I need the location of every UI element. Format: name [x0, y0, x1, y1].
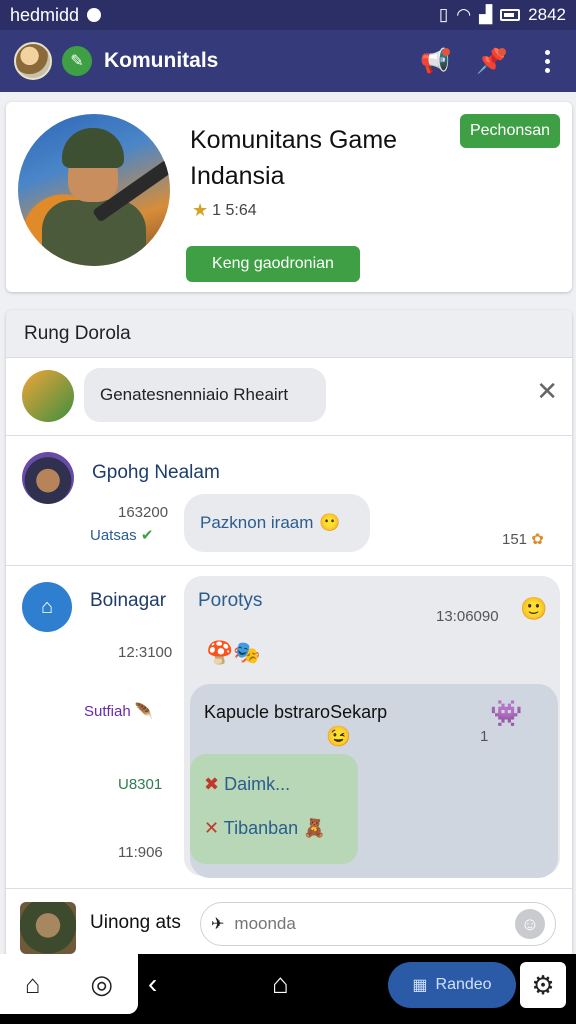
pencil-icon[interactable]: ✎: [62, 46, 92, 76]
megaphone-button[interactable]: 📢: [420, 46, 450, 76]
home-icon[interactable]: ⌂: [272, 968, 289, 1000]
options-bubble: [190, 754, 358, 864]
sub-timestamp: 11:906: [118, 844, 163, 861]
app-title: Komunitals: [104, 49, 219, 72]
section-title: Rung Dorola: [6, 310, 572, 358]
message-composer[interactable]: ✈ ☺: [200, 902, 556, 946]
community-name: Komunitans Game Indansia: [190, 126, 398, 190]
home-icon[interactable]: ⌂: [25, 969, 41, 1000]
inner-title: Kapucle bstraroSekarp: [204, 702, 388, 722]
status-bar: hedmidd ▯ ◠ ▟ 2842: [0, 0, 576, 30]
inner-count: 1: [480, 728, 489, 745]
top-action-button[interactable]: Pechonsan: [460, 114, 560, 148]
notification-dot-icon: [87, 8, 102, 22]
option-item[interactable]: ✖ Daimk...: [204, 774, 290, 795]
group-icon[interactable]: ⌂: [22, 582, 72, 632]
status-text: Uatsas ✔: [90, 527, 154, 544]
nav-pill-button[interactable]: ▦ Randeo: [388, 962, 516, 1008]
username: Boinagar: [90, 590, 167, 611]
reply-username: Porotys: [198, 590, 263, 611]
calendar-icon: ▦: [412, 977, 428, 994]
reply-timestamp: 13:06090: [436, 608, 499, 625]
clock: 2842: [528, 5, 566, 24]
reaction-icon: ✿: [531, 531, 544, 548]
discussion-section: Rung Dorola Genatesnenniaio Rheairt ✕ Gp…: [6, 310, 572, 1000]
back-icon[interactable]: ‹: [148, 968, 157, 1000]
feather-icon: 🪶: [134, 703, 154, 720]
check-icon: ✔: [140, 527, 154, 544]
battery-icon: [500, 9, 521, 21]
more-icon[interactable]: [532, 46, 562, 76]
join-button[interactable]: Keng gaodronian: [186, 246, 360, 282]
emoji-icon: 😶: [319, 513, 341, 532]
close-icon[interactable]: ✕: [536, 376, 558, 407]
reaction-icon: 🙂: [520, 596, 548, 621]
close-icon: ✖: [204, 774, 220, 794]
emoji-icon[interactable]: ☺: [515, 909, 545, 939]
alert-dot: [498, 48, 506, 56]
wink-icon: 😉: [326, 726, 351, 748]
pin-button[interactable]: 📌: [476, 46, 506, 76]
character-icon: 🧸: [303, 818, 326, 838]
app-bar: ✎ Komunitals 📢 📌: [0, 30, 576, 92]
list-item[interactable]: Gpohg Nealam 163200 Uatsas ✔ Pazknon ira…: [6, 436, 572, 566]
attach-icon[interactable]: ✈: [211, 914, 224, 934]
message-bubble[interactable]: Pazknon iraam 😶: [184, 494, 370, 552]
avatar: [22, 370, 74, 422]
close-icon: ✕: [204, 818, 220, 838]
username: Gpohg Nealam: [92, 462, 220, 483]
settings-icon[interactable]: ⚙: [520, 962, 566, 1008]
alert-dot: [442, 48, 450, 56]
count: 151 ✿: [502, 531, 544, 548]
sub-label: Sutfiah 🪶: [84, 703, 154, 720]
toggle-icon[interactable]: ◎: [90, 969, 113, 1000]
timestamp: 163200: [118, 504, 169, 521]
topic-pill[interactable]: Genatesnenniaio Rheairt: [84, 368, 326, 422]
community-rating: ★ 1 5:64: [192, 200, 257, 220]
nav-left-group: ⌂ ◎: [0, 954, 138, 1014]
community-avatar: [18, 114, 170, 266]
sticker-icon: 🍄🎭: [206, 640, 261, 665]
carrier-label: hedmidd: [10, 4, 80, 25]
composer-username: Uinong ats: [90, 912, 181, 933]
option-item[interactable]: ✕ Tibanban 🧸: [204, 818, 326, 839]
character-icon: 👾: [490, 698, 523, 728]
signal-icon: ▟: [479, 5, 493, 24]
sub-timestamp: U8301: [118, 776, 163, 793]
bottom-navigation: ⌂ ◎ ‹ ⌂ ▦ Randeo ⚙: [0, 954, 576, 1024]
avatar: [20, 902, 76, 954]
wifi-icon: ◠: [456, 5, 472, 24]
sim-icon: ▯: [438, 5, 449, 24]
list-item[interactable]: Genatesnenniaio Rheairt ✕: [6, 358, 572, 436]
message-input[interactable]: [234, 914, 515, 934]
avatar: [22, 452, 74, 504]
community-card: Komunitans Game Indansia ★ 1 5:64 Pechon…: [6, 102, 572, 292]
profile-avatar[interactable]: [14, 42, 52, 80]
timestamp: 12:3100: [118, 644, 173, 661]
star-icon: ★: [192, 200, 209, 220]
